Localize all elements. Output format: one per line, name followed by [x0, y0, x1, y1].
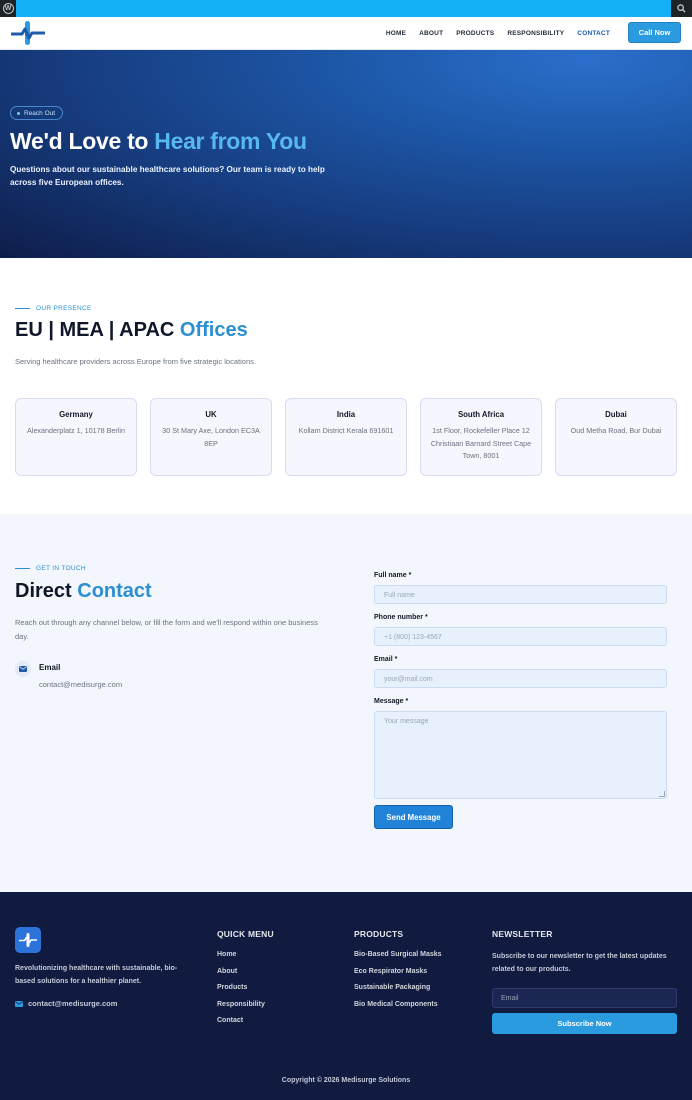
presence-subtitle: Serving healthcare providers across Euro… — [15, 357, 256, 366]
send-message-button[interactable]: Send Message — [374, 805, 453, 829]
phone-label: Phone number * — [374, 614, 428, 621]
contact-title-main: Direct — [15, 580, 78, 602]
office-card: India Kollam District Kerala 691601 — [285, 398, 407, 476]
footer-link-home[interactable]: Home — [217, 951, 274, 958]
subscribe-button[interactable]: Subscribe Now — [492, 1013, 677, 1034]
office-name: UK — [205, 410, 217, 419]
footer-link-products[interactable]: Products — [217, 984, 274, 991]
presence-eyebrow: OUR PRESENCE — [15, 305, 92, 312]
office-name: Dubai — [605, 410, 627, 419]
email-input[interactable]: your@mail.com — [374, 669, 667, 688]
presence-section: OUR PRESENCE EU | MEA | APAC Offices Ser… — [0, 258, 692, 514]
hero-title-main: We'd Love to — [10, 128, 155, 154]
office-name: South Africa — [457, 410, 505, 419]
admin-bar: W — [0, 0, 692, 17]
eyebrow-label: OUR PRESENCE — [36, 305, 92, 312]
site-header: HOME ABOUT PRODUCTS RESPONSIBILITY CONTA… — [0, 17, 692, 50]
contact-form: Full name * Full name Phone number * +1 … — [374, 572, 667, 829]
phone-input[interactable]: +1 (800) 123-4567 — [374, 627, 667, 646]
footer-product-link[interactable]: Bio-Based Surgical Masks — [354, 951, 442, 958]
hero-title: We'd Love to Hear from You — [10, 128, 307, 155]
message-textarea[interactable]: Your message — [374, 711, 667, 799]
footer-link-responsibility[interactable]: Responsibility — [217, 1001, 274, 1008]
newsletter-text: Subscribe to our newsletter to get the l… — [492, 953, 667, 973]
call-now-button[interactable]: Call Now — [628, 22, 681, 43]
hero-section: Reach Out We'd Love to Hear from You Que… — [0, 50, 692, 258]
fullname-input[interactable]: Full name — [374, 585, 667, 604]
contact-title: Direct Contact — [15, 580, 152, 603]
office-address: Oud Metha Road, Bur Dubai — [570, 426, 662, 435]
footer-logo[interactable] — [15, 927, 41, 953]
nav-products[interactable]: PRODUCTS — [456, 30, 494, 37]
fullname-label: Full name * — [374, 572, 412, 579]
office-card: UK 30 St Mary Axe, London EC3A 8EP — [150, 398, 272, 476]
contact-section: GET IN TOUCH Direct Contact Reach out th… — [0, 514, 692, 892]
presence-title-main: EU | MEA | APAC — [15, 319, 180, 341]
quick-menu-title: QUICK MENU — [217, 929, 274, 939]
footer-quick-menu: QUICK MENU Home About Products Responsib… — [217, 929, 274, 1034]
badge-dot-icon — [17, 111, 20, 115]
contact-eyebrow: GET IN TOUCH — [15, 565, 86, 572]
nav-contact[interactable]: CONTACT — [577, 30, 610, 37]
badge-label: Reach Out — [24, 109, 56, 117]
footer-description: Revolutionizing healthcare with sustaina… — [15, 965, 178, 985]
products-title: PRODUCTS — [354, 929, 404, 939]
office-address: 30 St Mary Axe, London EC3A 8EP — [162, 426, 260, 448]
medisurge-logo[interactable] — [10, 20, 46, 46]
nav-responsibility[interactable]: RESPONSIBILITY — [507, 30, 564, 37]
email-link[interactable]: contact@medisurge.com — [39, 680, 122, 689]
footer-product-link[interactable]: Eco Respirator Masks — [354, 968, 442, 975]
message-placeholder: Your message — [384, 718, 429, 725]
site-footer: Revolutionizing healthcare with sustaina… — [0, 892, 692, 1100]
eyebrow-line — [15, 568, 30, 569]
message-label: Message * — [374, 698, 409, 705]
newsletter-title: NEWSLETTER — [492, 929, 553, 939]
footer-email[interactable]: contact@medisurge.com — [15, 999, 117, 1008]
main-nav: HOME ABOUT PRODUCTS RESPONSIBILITY CONTA… — [386, 17, 610, 50]
wordpress-icon[interactable]: W — [0, 0, 16, 17]
email-icon — [15, 661, 31, 677]
email-icon — [15, 1000, 23, 1007]
nav-about[interactable]: ABOUT — [419, 30, 443, 37]
office-card: Dubai Oud Metha Road, Bur Dubai — [555, 398, 677, 476]
presence-title: EU | MEA | APAC Offices — [15, 319, 248, 342]
office-card: Germany Alexanderplatz 1, 10178 Berlin — [15, 398, 137, 476]
search-icon[interactable] — [671, 0, 692, 17]
email-label: Email — [39, 663, 61, 672]
footer-link-about[interactable]: About — [217, 968, 274, 975]
email-field-label: Email * — [374, 656, 398, 663]
resize-handle-icon[interactable] — [659, 791, 665, 797]
eyebrow-label: GET IN TOUCH — [36, 565, 86, 572]
footer-products: PRODUCTS Bio-Based Surgical Masks Eco Re… — [354, 929, 442, 1017]
office-card: South Africa 1st Floor, Rockefeller Plac… — [420, 398, 542, 476]
office-name: Germany — [59, 410, 93, 419]
office-address: 1st Floor, Rockefeller Place 12 Christia… — [430, 426, 532, 460]
presence-title-accent: Offices — [179, 319, 248, 341]
hero-title-accent: Hear from You — [154, 128, 307, 154]
footer-product-link[interactable]: Bio Medical Components — [354, 1001, 442, 1008]
contact-title-accent: Contact — [77, 580, 152, 602]
footer-product-link[interactable]: Sustainable Packaging — [354, 984, 442, 991]
reach-out-badge: Reach Out — [10, 106, 64, 120]
offices-list: Germany Alexanderplatz 1, 10178 Berlin U… — [15, 398, 677, 476]
hero-subtitle: Questions about our sustainable healthca… — [10, 165, 325, 187]
footer-email-text: contact@medisurge.com — [28, 999, 118, 1008]
office-address: Kollam District Kerala 691601 — [298, 426, 394, 435]
eyebrow-line — [15, 308, 30, 309]
contact-subtitle: Reach out through any channel below, or … — [15, 618, 318, 641]
footer-link-contact[interactable]: Contact — [217, 1017, 274, 1024]
nav-home[interactable]: HOME — [386, 30, 406, 37]
footer-newsletter: NEWSLETTER Subscribe to our newsletter t… — [492, 929, 677, 1034]
office-address: Alexanderplatz 1, 10178 Berlin — [27, 426, 125, 435]
copyright: Copyright © 2026 Medisurge Solutions — [281, 1077, 411, 1084]
newsletter-email-input[interactable]: Email — [492, 988, 677, 1008]
office-name: India — [336, 410, 356, 419]
